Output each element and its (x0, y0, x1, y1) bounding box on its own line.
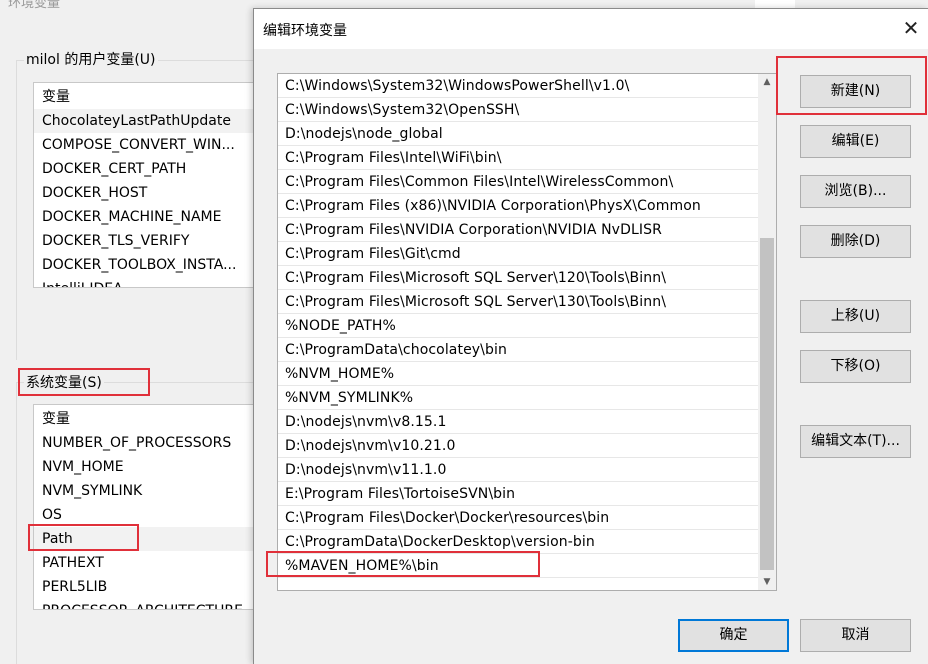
scroll-down-icon[interactable]: ▼ (758, 574, 776, 590)
scrollbar-thumb[interactable] (760, 238, 774, 570)
list-item[interactable]: ChocolateyLastPathUpdate (34, 109, 272, 133)
dialog-titlebar: 编辑环境变量 ✕ (254, 9, 928, 49)
list-item[interactable]: DOCKER_HOST (34, 181, 272, 205)
user-vars-column-header[interactable]: 变量 (34, 83, 272, 109)
path-entry[interactable]: C:\Program Files (x86)\NVIDIA Corporatio… (278, 194, 758, 218)
list-item[interactable]: NUMBER_OF_PROCESSORS (34, 431, 272, 455)
list-item[interactable]: COMPOSE_CONVERT_WIN... (34, 133, 272, 157)
browse-button[interactable]: 浏览(B)... (800, 175, 911, 208)
highlight-maven-entry (266, 551, 540, 577)
path-entry[interactable]: C:\Program Files\Microsoft SQL Server\12… (278, 266, 758, 290)
path-entry[interactable]: C:\Program Files\NVIDIA Corporation\NVID… (278, 218, 758, 242)
list-item[interactable]: PERL5LIB (34, 575, 272, 599)
list-item[interactable]: DOCKER_CERT_PATH (34, 157, 272, 181)
path-entries-rows: C:\Windows\System32\WindowsPowerShell\v1… (278, 74, 758, 578)
edit-text-button[interactable]: 编辑文本(T)... (800, 425, 911, 458)
system-vars-list[interactable]: 变量 NUMBER_OF_PROCESSORS NVM_HOME NVM_SYM… (33, 404, 273, 610)
list-item[interactable]: PATHEXT (34, 551, 272, 575)
list-item[interactable]: NVM_SYMLINK (34, 479, 272, 503)
user-vars-list[interactable]: 变量 ChocolateyLastPathUpdate COMPOSE_CONV… (33, 82, 273, 288)
user-vars-label: milol 的用户变量(U) (24, 49, 158, 69)
path-entry[interactable]: C:\Program Files\Common Files\Intel\Wire… (278, 170, 758, 194)
path-entry[interactable]: D:\nodejs\node_global (278, 122, 758, 146)
move-up-button[interactable]: 上移(U) (800, 300, 911, 333)
highlight-system-vars-label (18, 368, 150, 396)
path-entry[interactable]: %NVM_HOME% (278, 362, 758, 386)
path-entry[interactable]: D:\nodejs\nvm\v10.21.0 (278, 434, 758, 458)
highlight-new-button (776, 56, 927, 115)
edit-button[interactable]: 编辑(E) (800, 125, 911, 158)
system-vars-column-header[interactable]: 变量 (34, 405, 272, 431)
path-entry[interactable]: D:\nodejs\nvm\v8.15.1 (278, 410, 758, 434)
list-item[interactable]: IntelliJ IDEA (34, 277, 272, 287)
list-item[interactable]: DOCKER_TLS_VERIFY (34, 229, 272, 253)
list-item[interactable]: NVM_HOME (34, 455, 272, 479)
close-icon[interactable]: ✕ (899, 16, 923, 40)
edit-env-variable-dialog: 编辑环境变量 ✕ C:\Windows\System32\WindowsPowe… (253, 8, 928, 664)
scroll-up-icon[interactable]: ▲ (758, 74, 776, 90)
path-entry[interactable]: %NODE_PATH% (278, 314, 758, 338)
environment-variables-window: 环境变量 milol 的用户变量(U) 变量 ChocolateyLastPat… (0, 0, 273, 664)
path-entry[interactable]: E:\Program Files\TortoiseSVN\bin (278, 482, 758, 506)
highlight-path-item (28, 524, 139, 551)
path-entries-list[interactable]: C:\Windows\System32\WindowsPowerShell\v1… (277, 73, 777, 591)
cancel-button[interactable]: 取消 (800, 619, 911, 652)
list-item[interactable]: DOCKER_TOOLBOX_INSTA... (34, 253, 272, 277)
path-entry[interactable]: D:\nodejs\nvm\v11.1.0 (278, 458, 758, 482)
user-vars-group-border-left (16, 60, 17, 360)
path-entry[interactable]: C:\Windows\System32\OpenSSH\ (278, 98, 758, 122)
list-item[interactable]: DOCKER_MACHINE_NAME (34, 205, 272, 229)
path-entry[interactable]: C:\Program Files\Intel\WiFi\bin\ (278, 146, 758, 170)
list-item[interactable]: PROCESSOR_ARCHITECTURE (34, 599, 272, 609)
ok-button[interactable]: 确定 (678, 619, 789, 652)
path-entry[interactable]: C:\Windows\System32\WindowsPowerShell\v1… (278, 74, 758, 98)
dialog-title: 编辑环境变量 (263, 23, 347, 39)
system-vars-group-border-left (16, 382, 17, 664)
path-entry[interactable]: C:\Program Files\Docker\Docker\resources… (278, 506, 758, 530)
vertical-scrollbar[interactable]: ▲ ▼ (758, 74, 776, 590)
path-entry[interactable]: C:\ProgramData\chocolatey\bin (278, 338, 758, 362)
delete-button[interactable]: 删除(D) (800, 225, 911, 258)
window-title: 环境变量 (8, 0, 61, 11)
path-entry[interactable]: C:\Program Files\Git\cmd (278, 242, 758, 266)
path-entry[interactable]: C:\Program Files\Microsoft SQL Server\13… (278, 290, 758, 314)
move-down-button[interactable]: 下移(O) (800, 350, 911, 383)
path-entry[interactable]: %NVM_SYMLINK% (278, 386, 758, 410)
